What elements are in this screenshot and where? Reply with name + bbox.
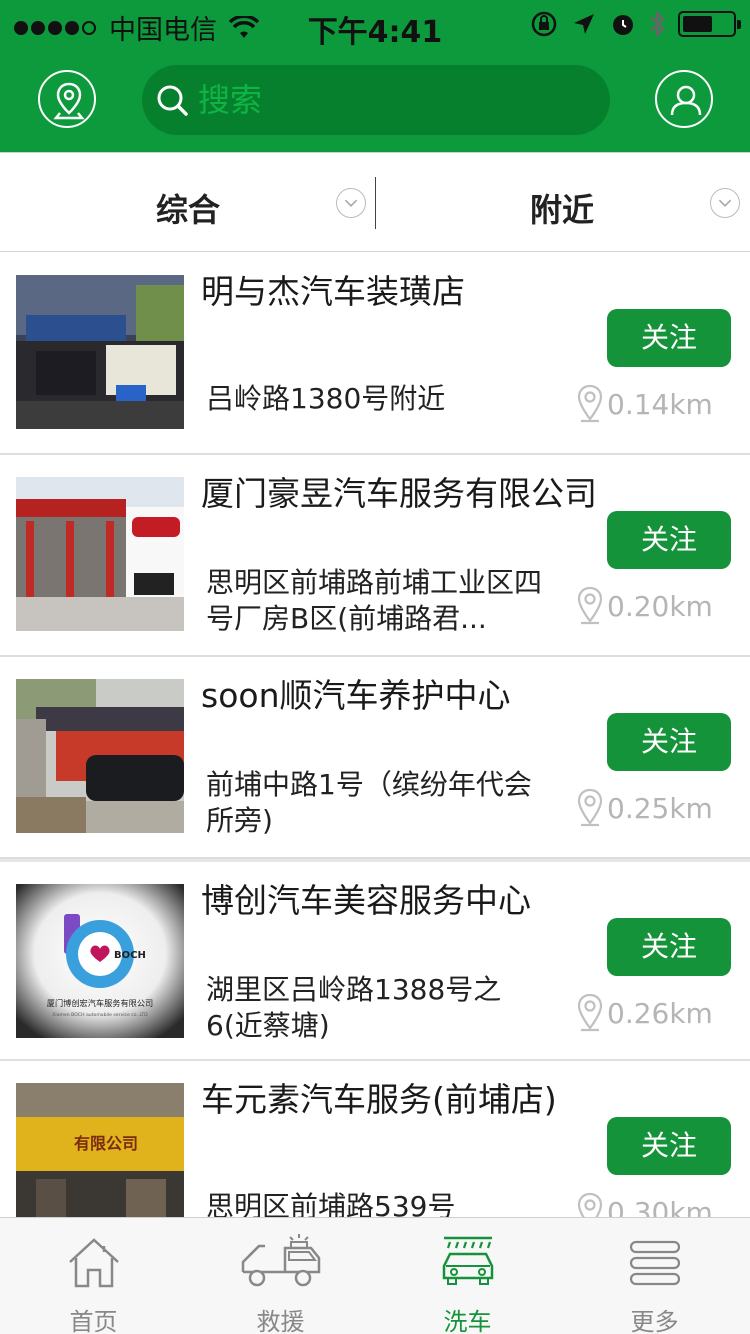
search-input[interactable] [198,78,588,122]
boch-brand: BOCH [114,950,146,961]
shop-address: 前埔中路1号（缤纷年代会所旁) [206,768,532,837]
profile-button[interactable] [655,70,713,128]
shop-name: 厦门豪昱汽车服务有限公司 [201,474,597,513]
boch-company: 厦门博创宏汽车服务有限公司 [47,998,153,1008]
tab-label: 救援 [256,1308,305,1334]
shop-list-item[interactable]: soon顺汽车养护中心 前埔中路1号（缤纷年代会所旁) 关注 0.25km [0,657,750,859]
distance-value: 0.25km [607,791,713,825]
tow-truck-icon [241,1234,320,1287]
home-icon [68,1238,119,1288]
filter-tab-label: 综合 [156,191,221,229]
battery-icon [678,11,741,37]
shop-distance: 0.26km [575,992,713,1034]
filter-bar: 综合 附近 [0,152,750,252]
location-pin-icon [53,82,85,120]
tab-label: 更多 [630,1308,679,1334]
follow-button[interactable]: 关注 [607,713,731,771]
bottom-tab-bar: 首页 救援 洗车 更多 [0,1217,750,1334]
follow-button[interactable]: 关注 [607,309,731,367]
location-button[interactable] [38,70,96,128]
distance-value: 0.14km [607,387,713,421]
user-icon [670,85,702,116]
distance-value: 0.20km [607,589,713,623]
location-pin-icon [577,384,603,423]
alarm-icon [613,15,633,35]
status-right [530,9,741,39]
location-pin-icon [577,586,603,625]
tab-label: 首页 [69,1308,118,1334]
shop-distance: 0.20km [575,585,713,627]
shop-sign-text: 有限公司 [74,1134,138,1153]
shop-list-item[interactable]: 厦门豪昱汽车服务有限公司 思明区前埔路前埔工业区四号厂房B区(前埔路君... 关… [0,455,750,657]
tab-home[interactable]: 首页 [0,1218,187,1334]
tab-car-wash[interactable]: 洗车 [374,1218,561,1334]
tab-more[interactable]: 更多 [561,1218,748,1334]
shop-name: soon顺汽车养护中心 [201,676,511,715]
filter-tab-label: 附近 [530,191,595,229]
search-icon [157,85,188,116]
status-bar: 中国电信 下午4:41 [0,0,750,50]
follow-button[interactable]: 关注 [607,511,731,569]
shop-thumbnail [16,477,184,631]
follow-button[interactable]: 关注 [607,1117,731,1175]
shop-distance: 0.25km [575,787,713,829]
filter-tab-comprehensive[interactable]: 综合 [0,153,375,253]
distance-value: 0.26km [607,996,713,1030]
car-wash-icon [442,1236,493,1285]
app-header: 中国电信 下午4:41 [0,0,750,152]
shop-thumbnail: 有限公司 [16,1083,184,1221]
boch-company-en: Xiamen BOCH automobile service co.,LTD [52,1012,148,1018]
shop-address: 吕岭路1380号附近 [206,382,446,415]
shop-list-item[interactable]: 有限公司 车元素汽车服务(前埔店) 思明区前埔路539号 关注 0.30km [0,1061,750,1221]
filter-tab-nearby[interactable]: 附近 [376,153,750,253]
shop-thumbnail [16,275,184,429]
shop-name: 明与杰汽车装璜店 [201,272,465,311]
shop-thumbnail [16,679,184,833]
shop-list-item[interactable]: 明与杰汽车装璜店 吕岭路1380号附近 关注 0.14km [0,253,750,455]
bluetooth-icon [650,9,665,39]
location-arrow-icon [574,14,594,34]
rotation-lock-icon [531,11,557,37]
location-pin-icon [577,788,603,827]
tab-label: 洗车 [443,1308,492,1334]
shop-address: 思明区前埔路前埔工业区四号厂房B区(前埔路君... [206,566,543,635]
follow-button[interactable]: 关注 [607,918,731,976]
shop-list-item[interactable]: BOCH 厦门博创宏汽车服务有限公司 Xiamen BOCH automobil… [0,859,750,1061]
tab-rescue[interactable]: 救援 [187,1218,374,1334]
search-bar[interactable] [142,65,610,135]
shop-thumbnail: BOCH 厦门博创宏汽车服务有限公司 Xiamen BOCH automobil… [16,884,184,1038]
shop-distance: 0.14km [575,383,713,425]
shop-name: 博创汽车美容服务中心 [201,881,531,920]
shop-name: 车元素汽车服务(前埔店) [201,1080,557,1119]
chevron-down-icon [336,188,366,218]
shop-address: 湖里区吕岭路1388号之6(近蔡塘) [206,973,502,1042]
menu-icon [629,1240,680,1286]
location-pin-icon [577,993,603,1032]
chevron-down-icon [710,188,740,218]
